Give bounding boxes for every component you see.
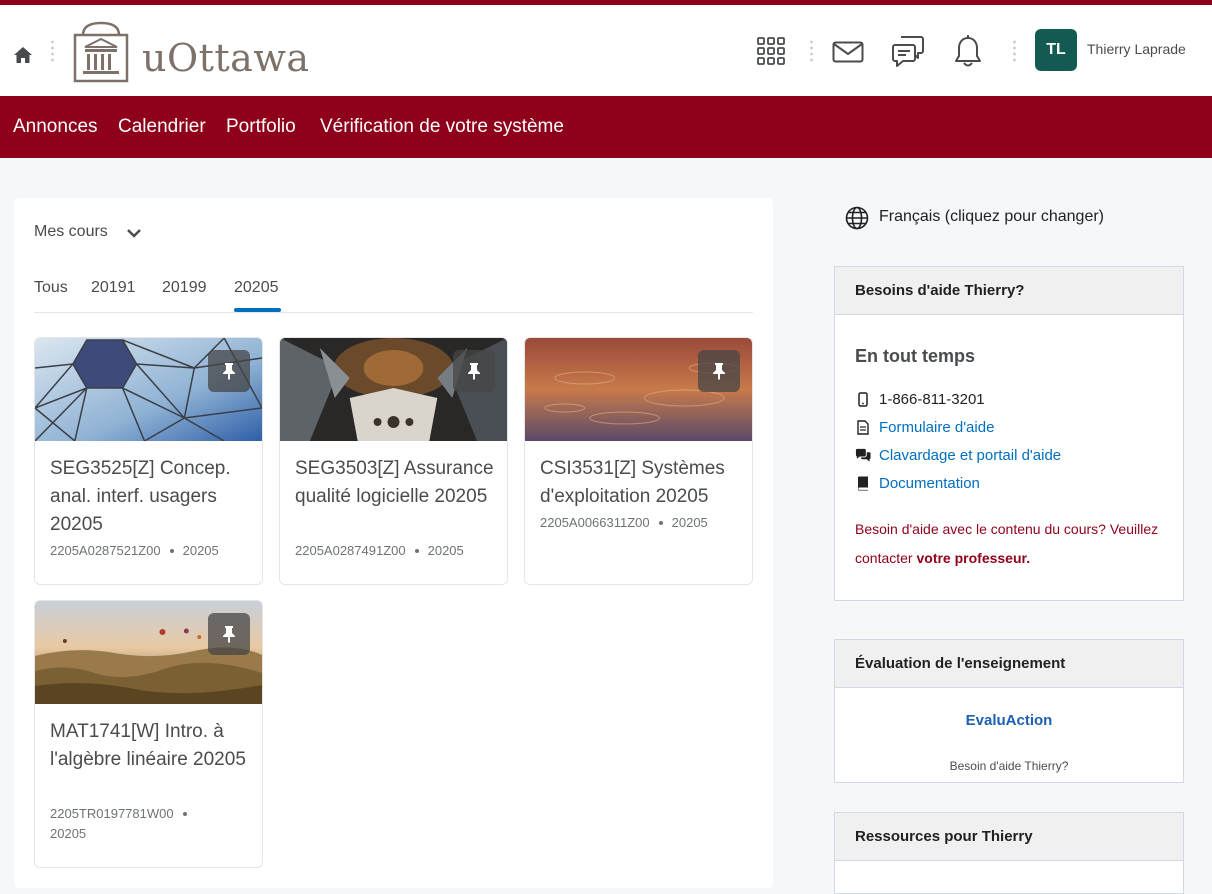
help-form-link[interactable]: Formulaire d'aide [879, 419, 994, 436]
uottawa-logo-icon[interactable] [73, 21, 129, 83]
tab-20205[interactable]: 20205 [234, 279, 279, 297]
help-chat-row[interactable]: Clavardage et portail d'aide [855, 447, 1061, 464]
evaluation-widget: Évaluation de l'enseignement EvaluAction… [834, 639, 1184, 783]
tab-tous[interactable]: Tous [34, 279, 68, 297]
evaluation-help-text: Besoin d'aide Thierry? [949, 759, 1069, 773]
my-courses-title[interactable]: Mes cours [34, 223, 108, 241]
chevron-down-icon[interactable] [126, 228, 142, 240]
tabs-divider [34, 312, 753, 313]
tab-20199[interactable]: 20199 [162, 279, 207, 297]
help-doc-link[interactable]: Documentation [879, 475, 980, 492]
pin-icon [223, 626, 235, 643]
course-card-mat1741[interactable]: MAT1741[W] Intro. à l'algèbre linéaire 2… [34, 600, 263, 868]
book-icon [858, 476, 868, 491]
help-form-row[interactable]: Formulaire d'aide [855, 419, 994, 436]
course-meta: 2205A0066311Z00 20205 [540, 513, 745, 533]
help-phone-row: 1-866-811-3201 [855, 391, 985, 408]
help-chat-link[interactable]: Clavardage et portail d'aide [879, 447, 1061, 464]
pin-icon [713, 363, 725, 380]
course-term: 20205 [671, 515, 708, 530]
nav-item-calendrier[interactable]: Calendrier [118, 116, 206, 138]
help-subtitle: En tout temps [855, 346, 975, 366]
professor-link[interactable]: votre professeur. [916, 550, 1030, 566]
language-switcher[interactable]: Français (cliquez pour changer) [879, 208, 1104, 226]
nav-bar: Annonces Calendrier Portfolio Vérificati… [0, 96, 1212, 158]
course-code: 2205A0287491Z00 [295, 543, 406, 558]
course-title[interactable]: CSI3531[Z] Systèmes d'exploitation 20205 [540, 455, 745, 511]
tab-20191[interactable]: 20191 [91, 279, 136, 297]
pin-icon [223, 363, 235, 380]
mail-icon[interactable] [832, 41, 864, 63]
separator [810, 39, 813, 63]
help-widget: Besoins d'aide Thierry? En tout temps 1-… [834, 266, 1184, 601]
pin-icon [468, 363, 480, 380]
course-code: 2205A0287521Z00 [50, 543, 161, 558]
phone-icon [858, 392, 868, 407]
course-card-seg3525[interactable]: SEG3525[Z] Concep. anal. interf. usagers… [34, 337, 263, 585]
selected-tab-indicator [234, 308, 281, 312]
chat-bubbles-icon [855, 448, 871, 462]
help-doc-row[interactable]: Documentation [855, 475, 980, 492]
course-title[interactable]: SEG3525[Z] Concep. anal. interf. usagers… [50, 455, 255, 539]
course-card-csi3531[interactable]: CSI3531[Z] Systèmes d'exploitation 20205… [524, 337, 753, 585]
globe-icon [845, 206, 869, 230]
home-icon[interactable] [13, 45, 33, 65]
pin-button[interactable] [698, 350, 740, 392]
course-meta: 2205TR0197781W00 20205 [50, 804, 225, 844]
nav-item-verification[interactable]: Vérification de votre système [320, 116, 564, 138]
help-widget-title: Besoins d'aide Thierry? [835, 267, 1183, 315]
course-term: 20205 [182, 543, 219, 558]
evaluaction-link[interactable]: EvaluAction [835, 712, 1183, 729]
nav-item-portfolio[interactable]: Portfolio [226, 116, 296, 138]
help-note: Besoin d'aide avec le contenu du cours? … [855, 515, 1175, 573]
course-card-seg3503[interactable]: SEG3503[Z] Assurance qualité logicielle … [279, 337, 508, 585]
chat-icon[interactable] [892, 35, 924, 69]
course-code: 2205TR0197781W00 [50, 806, 174, 821]
pin-button[interactable] [208, 350, 250, 392]
logo-text[interactable]: uOttawa [142, 36, 310, 80]
course-code: 2205A0066311Z00 [540, 515, 650, 530]
evaluation-widget-title: Évaluation de l'enseignement [835, 640, 1183, 688]
pin-button[interactable] [453, 350, 495, 392]
document-icon [857, 420, 869, 435]
separator [1013, 39, 1016, 63]
course-title[interactable]: SEG3503[Z] Assurance qualité logicielle … [295, 455, 500, 511]
nav-item-annonces[interactable]: Annonces [13, 116, 98, 138]
separator [51, 39, 54, 63]
help-phone: 1-866-811-3201 [879, 391, 985, 408]
course-term: 20205 [50, 826, 87, 841]
course-title[interactable]: MAT1741[W] Intro. à l'algèbre linéaire 2… [50, 718, 255, 774]
user-name[interactable]: Thierry Laprade [1087, 41, 1186, 57]
resources-widget-title: Ressources pour Thierry [835, 813, 1183, 861]
course-meta: 2205A0287491Z00 20205 [295, 541, 500, 561]
header: uOttawa TL Thierry Laprade [0, 5, 1212, 96]
course-term: 20205 [427, 543, 464, 558]
resources-widget: Ressources pour Thierry [834, 812, 1184, 894]
course-meta: 2205A0287521Z00 20205 [50, 541, 255, 561]
pin-button[interactable] [208, 613, 250, 655]
notification-bell-icon[interactable] [954, 35, 982, 69]
apps-grid-icon[interactable] [757, 37, 785, 65]
avatar[interactable]: TL [1035, 29, 1077, 71]
